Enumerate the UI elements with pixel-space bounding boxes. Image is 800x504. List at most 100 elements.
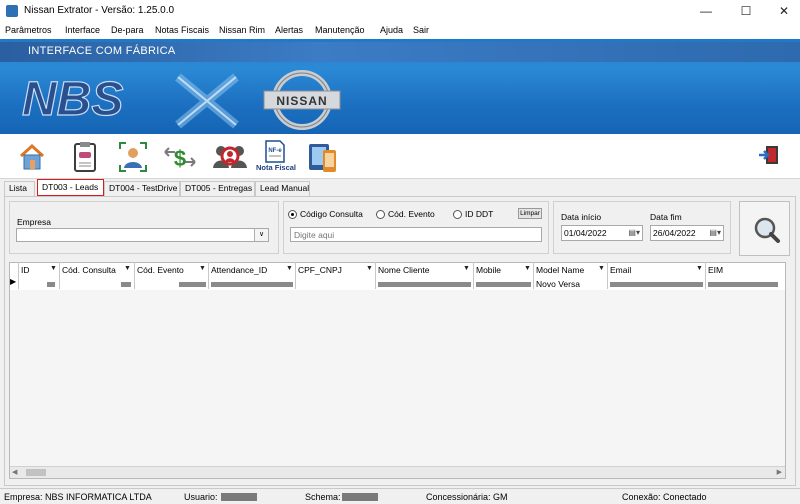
horizontal-scrollbar[interactable]: ◀ ▶ [10,466,785,478]
menu-interface[interactable]: Interface [65,25,100,35]
tab-lista[interactable]: Lista [4,181,35,196]
radio-cod-evento-label: Cód. Evento [388,209,435,219]
calendar-dropdown-icon[interactable]: ▤▾ [628,228,640,237]
redacted-value [476,282,531,287]
close-button[interactable]: ✕ [764,0,800,23]
svg-text:NF-e: NF-e [268,148,282,154]
status-empresa: Empresa: NBS INFORMATICA LTDA [4,492,152,502]
col-header-cpf-cnpj[interactable]: CPF_CNPJ [298,265,342,275]
radio-id-ddt-label: ID DDT [465,209,494,219]
status-usuario: Usuario: [184,492,218,502]
chevron-down-icon[interactable]: ∨ [254,229,268,241]
radio-codigo-consulta[interactable] [288,210,297,219]
data-inicio-field[interactable]: 01/04/2022 ▤▾ [561,225,643,241]
nissan-logo-text: NISSAN [276,94,327,108]
menu-bar: Parâmetros Interface De-para Notas Fisca… [0,23,800,39]
redacted-value [708,282,778,287]
scroll-left-icon[interactable]: ◀ [12,468,17,476]
column-dropdown-icon[interactable]: ▼ [50,265,57,272]
exit-button[interactable] [758,144,780,166]
exit-door-icon [759,146,778,164]
redacted-value [378,282,471,287]
column-dropdown-icon[interactable]: ▼ [524,265,531,272]
grid-separator [59,262,60,289]
menu-nissan-rim[interactable]: Nissan Rim [219,25,265,35]
data-fim-field[interactable]: 26/04/2022 ▤▾ [650,225,724,241]
radio-cod-evento[interactable] [376,210,385,219]
menu-sair[interactable]: Sair [413,25,429,35]
data-fim-label: Data fim [650,212,682,222]
tab-dt003-leads[interactable]: DT003 - Leads [37,179,104,196]
search-input[interactable] [290,227,542,242]
maximize-button[interactable]: ☐ [726,0,766,23]
empresa-label: Empresa [17,217,52,227]
nfe-document-icon: NF-e [265,140,285,163]
menu-notas-fiscais[interactable]: Notas Fiscais [155,25,209,35]
home-icon [19,143,45,170]
redacted-schema [342,493,378,501]
column-dropdown-icon[interactable]: ▼ [199,265,206,272]
app-icon [6,5,18,17]
status-concessionaria: Concessionária: GM [426,492,508,502]
column-dropdown-icon[interactable]: ▼ [598,265,605,272]
data-fim-value: 26/04/2022 [653,228,696,238]
magnifier-icon [754,217,780,243]
data-inicio-label: Data início [561,212,602,222]
col-header-email[interactable]: Email [610,265,631,275]
tab-dt005-entregas[interactable]: DT005 - Entregas [180,181,255,196]
col-header-cod-evento[interactable]: Cód. Evento [137,265,184,275]
user-scan-button[interactable] [117,140,149,174]
menu-ajuda[interactable]: Ajuda [380,25,403,35]
currency-exchange-button[interactable]: $ [163,140,196,174]
redacted-value [47,282,55,287]
redacted-value [179,282,206,287]
col-header-mobile[interactable]: Mobile [476,265,501,275]
col-header-id[interactable]: ID [21,265,30,275]
tab-lead-manual[interactable]: Lead Manual [255,181,310,196]
tab-dt004-testdrive[interactable]: DT004 - TestDrive [104,181,180,196]
data-inicio-value: 01/04/2022 [564,228,607,238]
radio-id-ddt[interactable] [453,210,462,219]
currency-exchange-icon: $ [164,146,196,171]
grid-separator [134,262,135,289]
clipboard-car-icon [74,142,96,172]
home-button[interactable] [16,140,48,174]
column-dropdown-icon[interactable]: ▼ [463,265,470,272]
column-dropdown-icon[interactable]: ▼ [124,265,131,272]
header-banner: INTERFACE COM FÁBRICA NBS NISSAN [0,39,800,134]
col-header-model-name[interactable]: Model Name [536,265,584,275]
menu-manutencao[interactable]: Manutenção [315,25,365,35]
grid-separator [533,262,534,289]
svg-text:$: $ [174,146,186,171]
status-bar: Empresa: NBS INFORMATICA LTDA Usuario: S… [0,488,800,504]
col-header-eim[interactable]: EIM [708,265,723,275]
title-bar: Nissan Extrator - Versão: 1.25.0.0 — ☐ ✕ [0,0,800,23]
nissan-logo: NISSAN [263,70,341,130]
column-dropdown-icon[interactable]: ▼ [366,265,373,272]
search-button[interactable] [739,201,790,256]
column-dropdown-icon[interactable]: ▼ [286,265,293,272]
grid-separator [607,262,608,289]
col-header-cod-consulta[interactable]: Cód. Consulta [62,265,116,275]
menu-alertas[interactable]: Alertas [275,25,303,35]
col-header-attendance-id[interactable]: Attendance_ID [211,265,267,275]
clipboard-button[interactable] [70,140,102,174]
devices-button[interactable] [306,140,338,174]
menu-de-para[interactable]: De-para [111,25,144,35]
nota-fiscal-button[interactable]: NF-e Nota Fiscal [256,140,296,174]
scrollbar-thumb[interactable] [26,469,46,476]
col-header-nome-cliente[interactable]: Nome Cliente [378,265,430,275]
grid-separator [473,262,474,289]
grid-separator [705,262,706,289]
empresa-select[interactable]: ∨ [16,228,269,242]
grid-separator [208,262,209,289]
status-schema: Schema: [305,492,341,502]
scroll-right-icon[interactable]: ▶ [777,468,782,476]
menu-parametros[interactable]: Parâmetros [5,25,52,35]
calendar-dropdown-icon[interactable]: ▤▾ [709,228,721,237]
users-search-button[interactable] [212,140,247,174]
column-dropdown-icon[interactable]: ▼ [696,265,703,272]
limpar-button[interactable]: Limpar [518,208,542,219]
table-row-model-name[interactable]: Novo Versa [536,279,580,289]
minimize-button[interactable]: — [686,0,726,23]
